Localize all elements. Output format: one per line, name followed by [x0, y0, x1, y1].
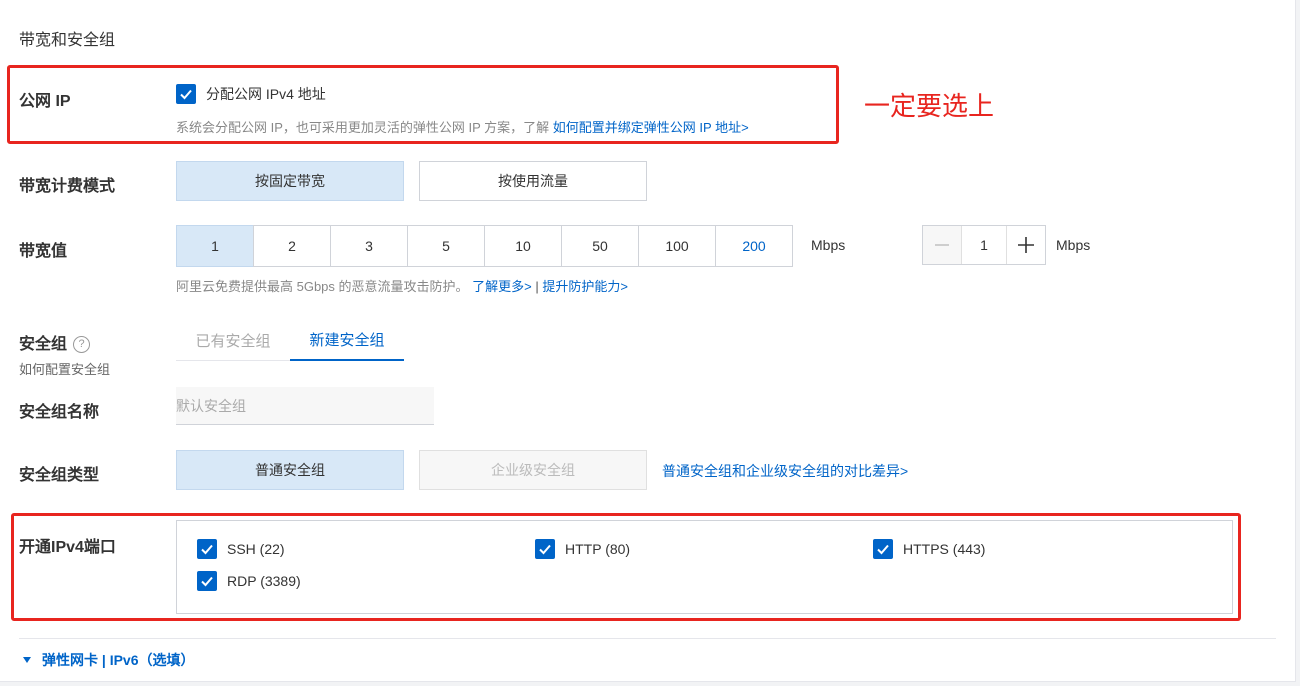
public-ip-hint: 系统会分配公网 IP，也可采用更加灵活的弹性公网 IP 方案，了解 如何配置并绑… [176, 117, 749, 136]
port-ssh-checkbox[interactable] [197, 539, 217, 559]
port-https-checkbox[interactable] [873, 539, 893, 559]
bandwidth-option-2[interactable]: 2 [253, 225, 331, 267]
check-icon [180, 89, 192, 100]
public-ip-checkbox-row[interactable]: 分配公网 IPv4 地址 [176, 84, 326, 104]
config-panel: 带宽和安全组 公网 IP 分配公网 IPv4 地址 系统会分配公网 IP，也可采… [0, 0, 1296, 682]
help-icon[interactable]: ? [73, 335, 91, 353]
check-icon [539, 544, 551, 555]
bandwidth-option-100[interactable]: 100 [638, 225, 716, 267]
port-https-label: HTTPS (443) [903, 541, 986, 557]
ports-label: 开通IPv4端口 [19, 539, 116, 556]
security-group-type-label: 安全组类型 [19, 467, 100, 484]
upgrade-protection-link[interactable]: 提升防护能力> [542, 279, 628, 294]
security-group-help-text: 如何配置安全组 [19, 362, 111, 377]
stepper-unit: Mbps [1056, 237, 1091, 253]
eni-ipv6-toggle[interactable]: 弹性网卡 | IPv6（选填） [22, 650, 195, 670]
bandwidth-hint: 阿里云免费提供最高 5Gbps 的恶意流量攻击防护。 了解更多> | 提升防护能… [176, 276, 628, 295]
billing-fixed-button[interactable]: 按固定带宽 [176, 161, 404, 201]
port-http-checkbox[interactable] [535, 539, 555, 559]
stepper-plus-button[interactable] [1007, 226, 1045, 264]
bandwidth-hint-text: 阿里云免费提供最高 5Gbps 的恶意流量攻击防护。 [176, 279, 469, 294]
public-ip-label: 公网 IP [19, 93, 71, 110]
check-icon [201, 576, 213, 587]
public-ip-checkbox[interactable] [176, 84, 196, 104]
security-group-label-text: 安全组 [19, 336, 68, 353]
compare-security-group-link[interactable]: 普通安全组和企业级安全组的对比差异> [662, 461, 908, 481]
bandwidth-label: 带宽值 [19, 243, 68, 260]
public-ip-checkbox-label: 分配公网 IPv4 地址 [206, 86, 326, 102]
stepper-minus-button[interactable] [923, 226, 961, 264]
bandwidth-options: 1 2 3 5 10 50 100 200 [176, 225, 793, 267]
bandwidth-option-10[interactable]: 10 [484, 225, 562, 267]
check-icon [201, 544, 213, 555]
check-icon [877, 544, 889, 555]
link-separator: | [535, 279, 539, 294]
caret-down-icon [23, 657, 31, 663]
bandwidth-option-50[interactable]: 50 [561, 225, 639, 267]
public-ip-config-link[interactable]: 如何配置并绑定弹性公网 IP 地址> [553, 120, 749, 135]
annotation-note: 一定要选上 [864, 91, 995, 121]
security-group-name-label: 安全组名称 [19, 404, 100, 421]
security-group-name-input[interactable]: 默认安全组 [176, 387, 434, 425]
footer-divider [19, 638, 1276, 639]
minus-icon [935, 244, 949, 246]
tab-existing-security-group[interactable]: 已有安全组 [176, 320, 290, 360]
bandwidth-option-1[interactable]: 1 [176, 225, 254, 267]
port-https[interactable]: HTTPS (443) [873, 539, 985, 559]
billing-mode-label: 带宽计费模式 [19, 178, 116, 195]
security-group-label: 安全组? [19, 330, 91, 354]
bandwidth-option-5[interactable]: 5 [407, 225, 485, 267]
port-rdp-label: RDP (3389) [227, 573, 301, 589]
port-http-label: HTTP (80) [565, 541, 631, 557]
tab-new-security-group[interactable]: 新建安全组 [290, 320, 404, 361]
section-title: 带宽和安全组 [19, 32, 116, 49]
eni-ipv6-label: 弹性网卡 | IPv6（选填） [42, 652, 195, 668]
port-http[interactable]: HTTP (80) [535, 539, 630, 559]
port-ssh-label: SSH (22) [227, 541, 285, 557]
billing-traffic-button[interactable]: 按使用流量 [419, 161, 647, 201]
bandwidth-unit: Mbps [811, 237, 846, 253]
port-rdp-checkbox[interactable] [197, 571, 217, 591]
public-ip-hint-text: 系统会分配公网 IP，也可采用更加灵活的弹性公网 IP 方案，了解 [176, 120, 550, 135]
ports-container [176, 520, 1233, 614]
learn-more-link[interactable]: 了解更多> [472, 279, 532, 294]
port-rdp[interactable]: RDP (3389) [197, 571, 301, 591]
bandwidth-option-200[interactable]: 200 [715, 225, 793, 267]
enterprise-security-group-button[interactable]: 企业级安全组 [419, 450, 647, 490]
plus-icon [1018, 237, 1034, 253]
bandwidth-stepper: 1 [922, 225, 1046, 265]
normal-security-group-button[interactable]: 普通安全组 [176, 450, 404, 490]
stepper-value[interactable]: 1 [961, 226, 1007, 264]
port-ssh[interactable]: SSH (22) [197, 539, 285, 559]
bandwidth-option-3[interactable]: 3 [330, 225, 408, 267]
